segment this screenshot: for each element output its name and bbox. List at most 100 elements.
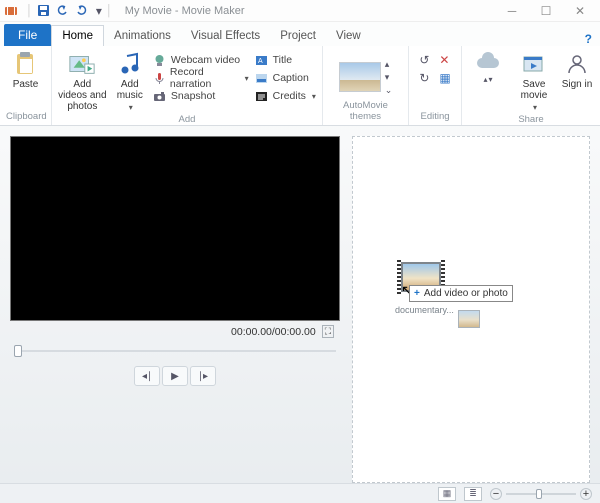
- maximize-button[interactable]: ☐: [530, 1, 562, 21]
- redo-icon[interactable]: [75, 4, 88, 17]
- credits-icon: [255, 89, 269, 103]
- theme-up-icon[interactable]: ▴: [385, 59, 393, 70]
- add-music-label: Add music: [113, 79, 147, 101]
- view-storyboard-button[interactable]: ▦: [438, 487, 456, 501]
- file-tab[interactable]: File: [4, 24, 51, 46]
- group-clipboard-label: Clipboard: [6, 109, 45, 125]
- qat-divider-2: │: [106, 5, 113, 17]
- group-automovie-label: AutoMovie themes: [329, 98, 402, 125]
- tab-project[interactable]: Project: [270, 26, 326, 46]
- statusbar: ▦ ≣ − +: [0, 483, 600, 503]
- theme-more-icon[interactable]: ⌄: [385, 85, 393, 96]
- save-movie-dropdown-icon: ▾: [533, 103, 537, 112]
- sign-in-label: Sign in: [562, 79, 593, 90]
- seek-thumb[interactable]: [14, 345, 22, 357]
- cloud-more-icon: ▾: [489, 75, 493, 84]
- timecode: 00:00.00/00:00.00: [231, 326, 316, 338]
- group-share: ▴▾ Save movie ▾ Sign in Share: [462, 46, 600, 125]
- cloud-up-icon: ▴: [483, 75, 487, 84]
- paste-button[interactable]: Paste: [2, 49, 50, 90]
- title-label: Title: [273, 54, 292, 66]
- add-videos-button[interactable]: Add videos and photos: [58, 49, 107, 112]
- app-icon: [4, 4, 18, 18]
- credits-label: Credits: [273, 90, 306, 102]
- help-icon[interactable]: ?: [585, 32, 592, 46]
- drop-tooltip-label: Add video or photo: [424, 288, 508, 299]
- tab-visual-effects[interactable]: Visual Effects: [181, 26, 270, 46]
- zoom-thumb[interactable]: [536, 489, 542, 499]
- transport-controls: ◂∣ ▶ ∣▸: [10, 366, 340, 386]
- credits-button[interactable]: Credits ▾: [255, 87, 316, 105]
- caption-icon: [255, 71, 269, 85]
- seek-slider[interactable]: [14, 342, 336, 360]
- theme-down-icon[interactable]: ▾: [385, 72, 393, 83]
- save-icon[interactable]: [37, 4, 50, 17]
- close-button[interactable]: ✕: [564, 1, 596, 21]
- delete-icon[interactable]: ✕: [439, 53, 449, 67]
- select-all-icon[interactable]: ▦: [439, 71, 450, 85]
- prev-frame-button[interactable]: ◂∣: [134, 366, 160, 386]
- play-button[interactable]: ▶: [162, 366, 188, 386]
- window-title: My Movie - Movie Maker: [125, 5, 245, 17]
- title-button[interactable]: A Title: [255, 51, 316, 69]
- group-automovie: ▴ ▾ ⌄ AutoMovie themes: [323, 46, 409, 125]
- add-small-col-1: Webcam video Record narration ▾ Snapshot: [153, 49, 249, 105]
- storyboard-dropzone[interactable]: ↖ + Add video or photo documentary...: [352, 136, 590, 483]
- theme-thumb-1[interactable]: [339, 62, 381, 92]
- add-small-col-2: A Title Caption Credits ▾: [255, 49, 316, 105]
- rotate-left-icon[interactable]: ↺: [419, 53, 429, 67]
- tab-home[interactable]: Home: [51, 25, 104, 46]
- title-icon: A: [255, 53, 269, 67]
- webcam-label: Webcam video: [171, 54, 240, 66]
- tab-view[interactable]: View: [326, 26, 371, 46]
- record-button[interactable]: Record narration ▾: [153, 69, 249, 87]
- group-clipboard: Paste Clipboard: [0, 46, 52, 125]
- undo-icon[interactable]: [56, 4, 69, 17]
- view-timeline-button[interactable]: ≣: [464, 487, 482, 501]
- next-frame-button[interactable]: ∣▸: [190, 366, 216, 386]
- signin-icon: [563, 51, 591, 77]
- preview-pane: 00:00.00/00:00.00 ⛶ ◂∣ ▶ ∣▸: [10, 136, 340, 483]
- add-videos-icon: [68, 51, 96, 77]
- tab-animations[interactable]: Animations: [104, 26, 181, 46]
- music-dropdown-icon: ▾: [129, 103, 133, 112]
- qat-divider: │: [26, 5, 33, 17]
- svg-text:A: A: [258, 58, 263, 65]
- dragged-clip-thumb-2: [458, 310, 480, 328]
- snapshot-button[interactable]: Snapshot: [153, 87, 249, 105]
- camera-icon: [153, 89, 167, 103]
- paste-label: Paste: [13, 79, 39, 90]
- dragged-filename: documentary...: [395, 305, 495, 315]
- rotate-right-icon[interactable]: ↻: [419, 71, 429, 85]
- window-controls: ─ ☐ ✕: [496, 1, 596, 21]
- group-share-label: Share: [468, 112, 594, 128]
- zoom-out-button[interactable]: −: [490, 488, 502, 500]
- sign-in-button[interactable]: Sign in: [560, 49, 594, 90]
- ribbon: Paste Clipboard Add videos and photos Ad…: [0, 46, 600, 126]
- save-movie-icon: [520, 51, 548, 77]
- titlebar: │ ▾ │ My Movie - Movie Maker ─ ☐ ✕: [0, 0, 600, 22]
- minimize-button[interactable]: ─: [496, 1, 528, 21]
- mic-icon: [153, 71, 166, 85]
- work-area: 00:00.00/00:00.00 ⛶ ◂∣ ▶ ∣▸ ↖ + Add vide…: [0, 126, 600, 483]
- qat-dropdown-icon[interactable]: ▾: [96, 4, 102, 18]
- share-cloud-button[interactable]: ▴▾: [468, 49, 508, 84]
- save-movie-button[interactable]: Save movie ▾: [514, 49, 554, 112]
- zoom-slider[interactable]: [506, 493, 576, 495]
- quick-access-toolbar: ▾: [37, 4, 102, 18]
- zoom-in-button[interactable]: +: [580, 488, 592, 500]
- record-dropdown-icon: ▾: [245, 74, 249, 83]
- caption-button[interactable]: Caption: [255, 69, 316, 87]
- group-add-label: Add: [58, 112, 316, 128]
- drop-tooltip: + Add video or photo: [409, 285, 513, 302]
- snapshot-label: Snapshot: [171, 90, 215, 102]
- add-videos-label: Add videos and photos: [58, 79, 107, 112]
- fullscreen-icon[interactable]: ⛶: [322, 325, 334, 338]
- credits-dropdown-icon: ▾: [312, 92, 316, 101]
- video-preview[interactable]: [10, 136, 340, 321]
- zoom-control: − +: [490, 488, 592, 500]
- paste-icon: [12, 51, 40, 77]
- menu-tabs: File Home Animations Visual Effects Proj…: [0, 22, 600, 46]
- music-icon: [116, 51, 144, 77]
- add-music-button[interactable]: Add music ▾: [113, 49, 147, 112]
